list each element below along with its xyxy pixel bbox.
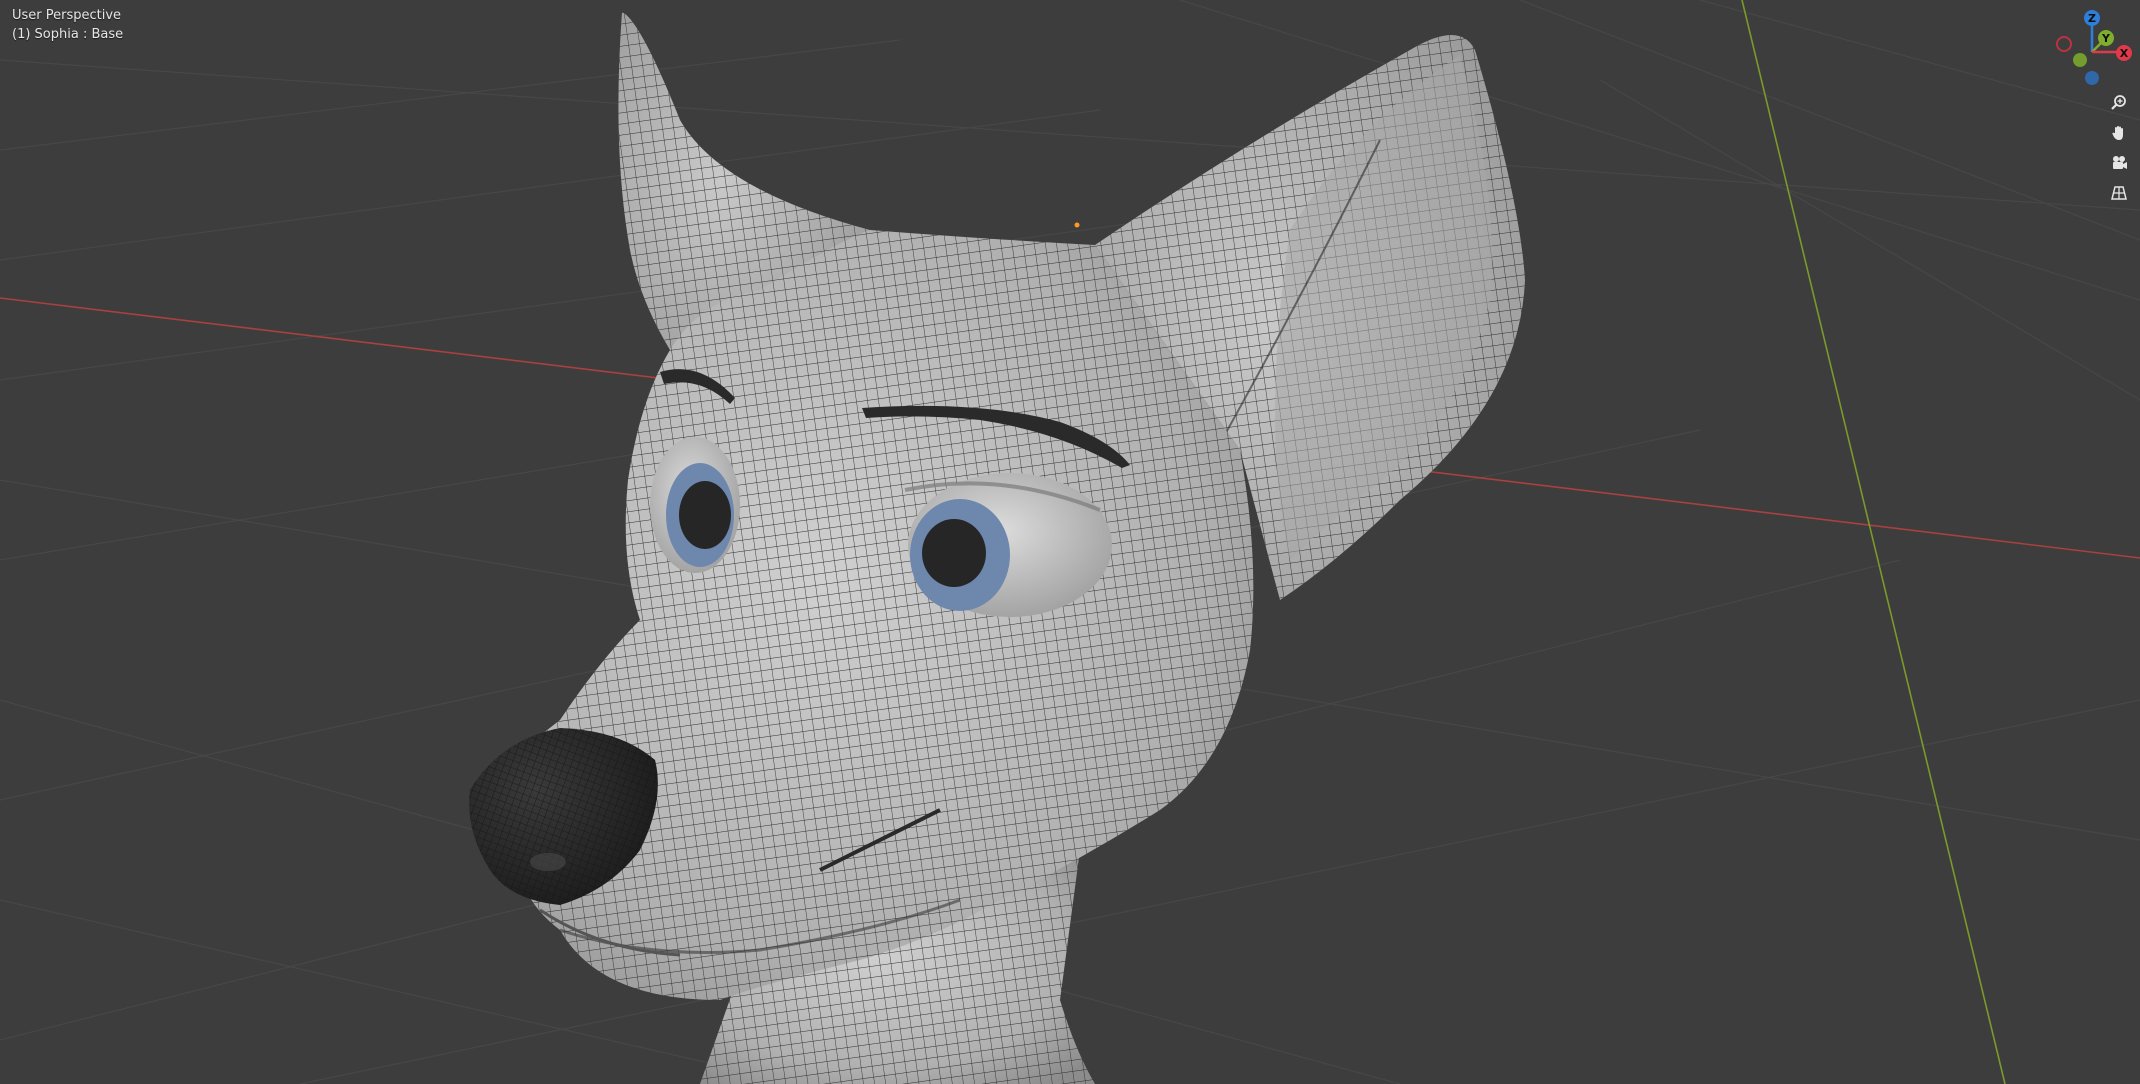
y-axis-line (1741, 0, 2006, 1084)
gizmo-y-label: Y (2101, 32, 2111, 45)
scene-canvas[interactable] (0, 0, 2140, 1084)
zoom-button[interactable] (2108, 92, 2130, 114)
navigation-gizmo[interactable]: Z Y X (2048, 6, 2138, 90)
gizmo-neg-x[interactable] (2056, 36, 2072, 52)
pan-hand-icon (2112, 126, 2123, 140)
view-name: User Perspective (12, 8, 122, 23)
perspective-toggle-button[interactable] (2108, 182, 2130, 204)
zoom-icon (2111, 95, 2126, 110)
object-origin (1074, 222, 1080, 228)
3d-viewport[interactable]: User Perspective (1) Sophia : Base Z Y X (0, 0, 2140, 1084)
gizmo-x-label: X (2120, 47, 2129, 60)
camera-view-button[interactable] (2108, 152, 2130, 174)
left-eye[interactable] (650, 437, 740, 573)
navigation-tools (2108, 92, 2130, 212)
viewport-info: User Perspective (1) Sophia : Base (12, 6, 123, 44)
camera-view-icon (2113, 156, 2127, 169)
gizmo-neg-y[interactable] (2073, 53, 2087, 67)
perspective-toggle-icon (2111, 186, 2127, 200)
gizmo-z-label: Z (2088, 12, 2096, 25)
pan-button[interactable] (2108, 122, 2130, 144)
gizmo-neg-z[interactable] (2085, 71, 2099, 85)
object-info: (1) Sophia : Base (12, 27, 124, 42)
